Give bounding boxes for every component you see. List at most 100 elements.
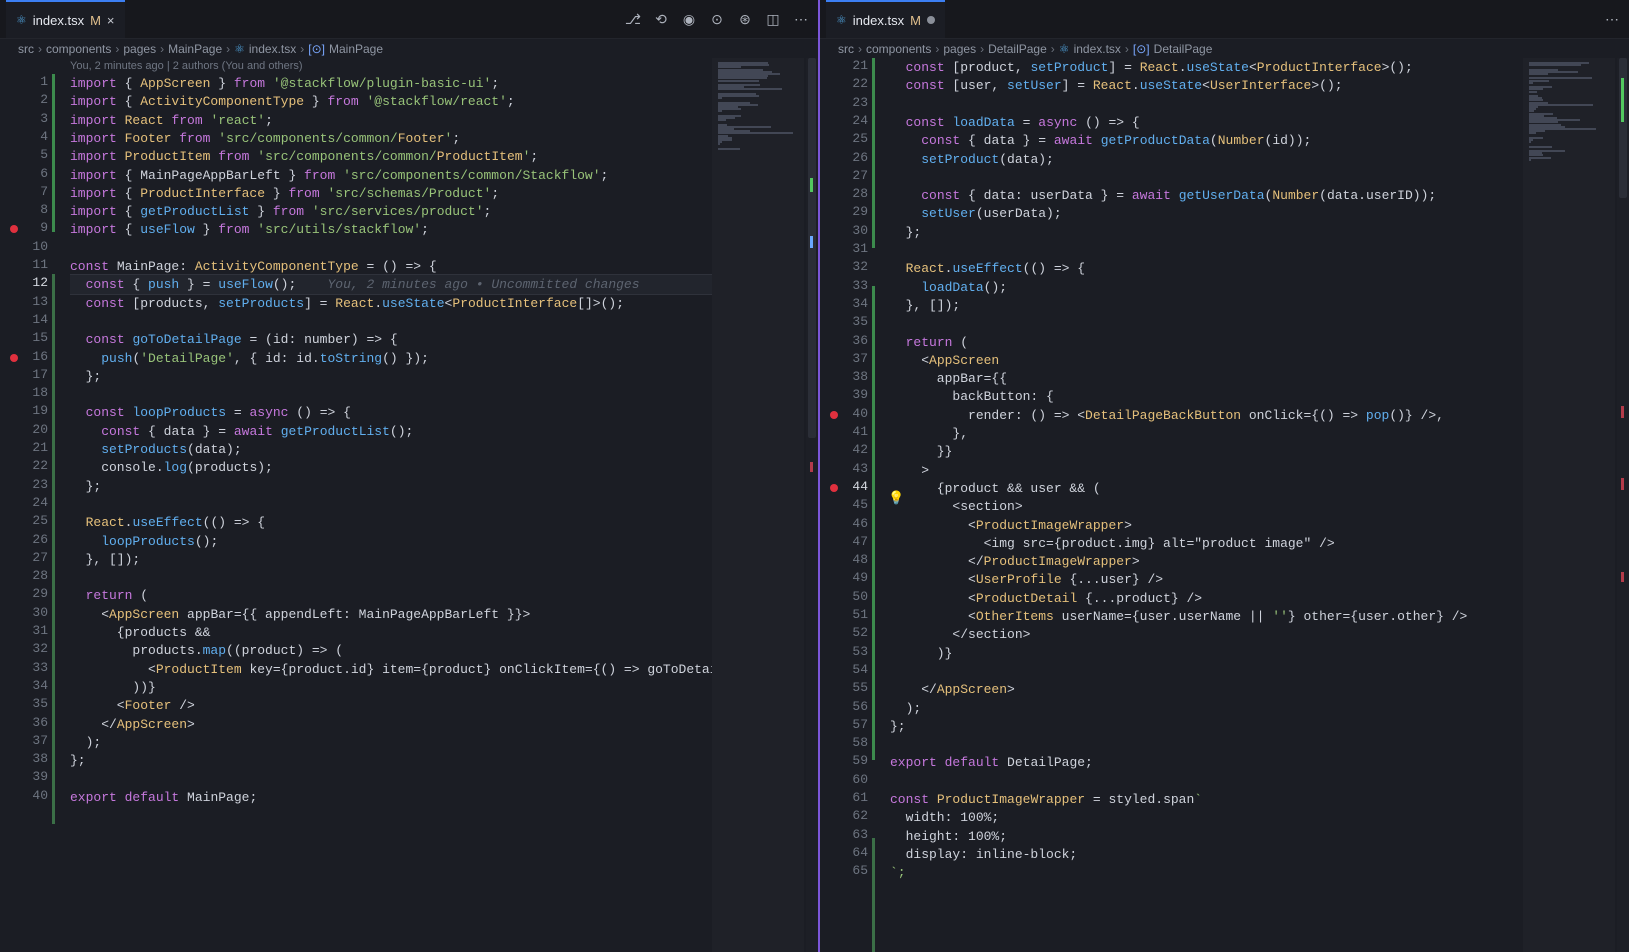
code-line[interactable]: appBar={{ bbox=[890, 369, 1007, 388]
line-number[interactable]: 33 bbox=[0, 660, 48, 675]
line-number[interactable]: 22 bbox=[820, 76, 868, 91]
breakpoint-icon[interactable] bbox=[10, 353, 18, 362]
code-line[interactable]: const { push } = useFlow(); You, 2 minut… bbox=[70, 275, 640, 294]
line-number[interactable]: 37 bbox=[0, 733, 48, 748]
line-number[interactable]: 53 bbox=[820, 644, 868, 659]
line-number[interactable]: 11 bbox=[0, 257, 48, 272]
crumb-file[interactable]: index.tsx bbox=[1074, 42, 1121, 56]
code-line[interactable]: import ProductItem from 'src/components/… bbox=[70, 147, 538, 166]
line-number[interactable]: 7 bbox=[0, 184, 48, 199]
code-line[interactable]: </ProductImageWrapper> bbox=[890, 552, 1140, 571]
line-number[interactable]: 18 bbox=[0, 385, 48, 400]
minimap-left[interactable] bbox=[712, 58, 804, 952]
code-line[interactable]: setProducts(data); bbox=[70, 440, 241, 459]
code-line[interactable]: render: () => <DetailPageBackButton onCl… bbox=[890, 406, 1444, 425]
code-line[interactable]: <img src={product.img} alt="product imag… bbox=[890, 534, 1335, 553]
line-number[interactable]: 61 bbox=[820, 790, 868, 805]
code-line[interactable]: loopProducts(); bbox=[70, 532, 218, 551]
line-number[interactable]: 31 bbox=[0, 623, 48, 638]
code-line[interactable]: > bbox=[890, 461, 929, 480]
line-number[interactable]: 17 bbox=[0, 367, 48, 382]
run-icon[interactable]: ⊛ bbox=[736, 11, 754, 28]
code-line[interactable]: setUser(userData); bbox=[890, 204, 1061, 223]
code-editor-right[interactable]: 21 22 23 24 25 26 27 28 29 30 31 32 33 34 35 36 37 38 39 40… bbox=[820, 58, 1629, 952]
crumb-folder[interactable]: DetailPage bbox=[988, 42, 1047, 56]
close-icon[interactable]: × bbox=[107, 13, 115, 28]
line-number[interactable]: 27 bbox=[820, 168, 868, 183]
line-number[interactable]: 23 bbox=[0, 477, 48, 492]
line-number[interactable]: 41 bbox=[820, 424, 868, 439]
code-line[interactable]: }, []); bbox=[70, 550, 141, 569]
line-number[interactable]: 36 bbox=[820, 333, 868, 348]
code-area-right[interactable]: const [product, setProduct] = React.useS… bbox=[890, 58, 1529, 952]
line-number[interactable]: 34 bbox=[0, 678, 48, 693]
code-line[interactable]: setProduct(data); bbox=[890, 150, 1054, 169]
code-line[interactable]: import React from 'react'; bbox=[70, 111, 273, 130]
scrollbar-left[interactable] bbox=[806, 58, 818, 952]
line-number[interactable]: 43 bbox=[820, 461, 868, 476]
line-number[interactable]: 20 bbox=[0, 422, 48, 437]
code-line[interactable]: }} bbox=[890, 442, 953, 461]
more-icon[interactable]: ⋯ bbox=[792, 11, 810, 28]
code-line[interactable]: const [product, setProduct] = React.useS… bbox=[890, 58, 1413, 77]
code-line[interactable]: <OtherItems userName={user.userName || '… bbox=[890, 607, 1467, 626]
line-number[interactable]: 30 bbox=[0, 605, 48, 620]
line-number[interactable]: 8 bbox=[0, 202, 48, 217]
breakpoint-icon[interactable] bbox=[830, 483, 838, 492]
line-number[interactable]: 13 bbox=[0, 294, 48, 309]
code-line[interactable]: const loopProducts = async () => { bbox=[70, 403, 351, 422]
line-number[interactable]: 32 bbox=[820, 259, 868, 274]
line-number[interactable]: 21 bbox=[0, 440, 48, 455]
crumb-components[interactable]: components bbox=[866, 42, 931, 56]
line-number[interactable]: 25 bbox=[820, 131, 868, 146]
line-number[interactable]: 16 bbox=[0, 349, 48, 364]
crumb-file[interactable]: index.tsx bbox=[249, 42, 296, 56]
line-number[interactable]: 15 bbox=[0, 330, 48, 345]
line-number[interactable]: 45 bbox=[820, 497, 868, 512]
crumb-symbol[interactable]: DetailPage bbox=[1154, 42, 1213, 56]
line-number[interactable]: 28 bbox=[0, 568, 48, 583]
line-number[interactable]: 56 bbox=[820, 699, 868, 714]
code-line[interactable]: const ProductImageWrapper = styled.span` bbox=[890, 790, 1202, 809]
code-line[interactable]: <ProductItem key={product.id} item={prod… bbox=[70, 660, 718, 679]
code-line[interactable]: ))} bbox=[70, 678, 155, 697]
tab-index-tsx-main[interactable]: ⚛ index.tsx M × bbox=[6, 0, 125, 38]
gutter-right[interactable]: 21 22 23 24 25 26 27 28 29 30 31 32 33 34 35 36 37 38 39 40… bbox=[820, 58, 868, 952]
line-number[interactable]: 50 bbox=[820, 589, 868, 604]
code-line[interactable]: import { getProductList } from 'src/serv… bbox=[70, 202, 491, 221]
line-number[interactable]: 59 bbox=[820, 753, 868, 768]
code-line[interactable]: return ( bbox=[890, 333, 968, 352]
line-number[interactable]: 38 bbox=[820, 369, 868, 384]
code-line[interactable]: height: 100%; bbox=[890, 827, 1007, 846]
crumb-folder[interactable]: MainPage bbox=[168, 42, 222, 56]
line-number[interactable]: 35 bbox=[820, 314, 868, 329]
code-line[interactable]: const MainPage: ActivityComponentType = … bbox=[70, 257, 437, 276]
code-line[interactable]: }; bbox=[890, 223, 922, 242]
code-line[interactable]: </section> bbox=[890, 625, 1030, 644]
line-number[interactable]: 29 bbox=[0, 586, 48, 601]
line-number[interactable]: 65 bbox=[820, 863, 868, 878]
line-number[interactable]: 28 bbox=[820, 186, 868, 201]
line-number[interactable]: 5 bbox=[0, 147, 48, 162]
code-line[interactable]: <ProductDetail {...product} /> bbox=[890, 589, 1202, 608]
line-number[interactable]: 19 bbox=[0, 403, 48, 418]
line-number[interactable]: 55 bbox=[820, 680, 868, 695]
line-number[interactable]: 33 bbox=[820, 278, 868, 293]
code-line[interactable]: export default MainPage; bbox=[70, 788, 257, 807]
line-number[interactable]: 10 bbox=[0, 239, 48, 254]
line-number[interactable]: 26 bbox=[820, 150, 868, 165]
line-number[interactable]: 25 bbox=[0, 513, 48, 528]
code-line[interactable]: console.log(products); bbox=[70, 458, 273, 477]
line-number[interactable]: 22 bbox=[0, 458, 48, 473]
code-line[interactable]: ); bbox=[70, 733, 102, 752]
code-line[interactable]: const { data } = await getProductList(); bbox=[70, 422, 413, 441]
code-line[interactable]: }, []); bbox=[890, 296, 961, 315]
crumb-src[interactable]: src bbox=[18, 42, 34, 56]
code-line[interactable]: </AppScreen> bbox=[70, 715, 195, 734]
line-number[interactable]: 29 bbox=[820, 204, 868, 219]
line-number[interactable]: 51 bbox=[820, 607, 868, 622]
code-line[interactable]: import { useFlow } from 'src/utils/stack… bbox=[70, 220, 429, 239]
crumb-pages[interactable]: pages bbox=[123, 42, 156, 56]
code-line[interactable]: const { data: userData } = await getUser… bbox=[890, 186, 1436, 205]
line-number[interactable]: 6 bbox=[0, 166, 48, 181]
